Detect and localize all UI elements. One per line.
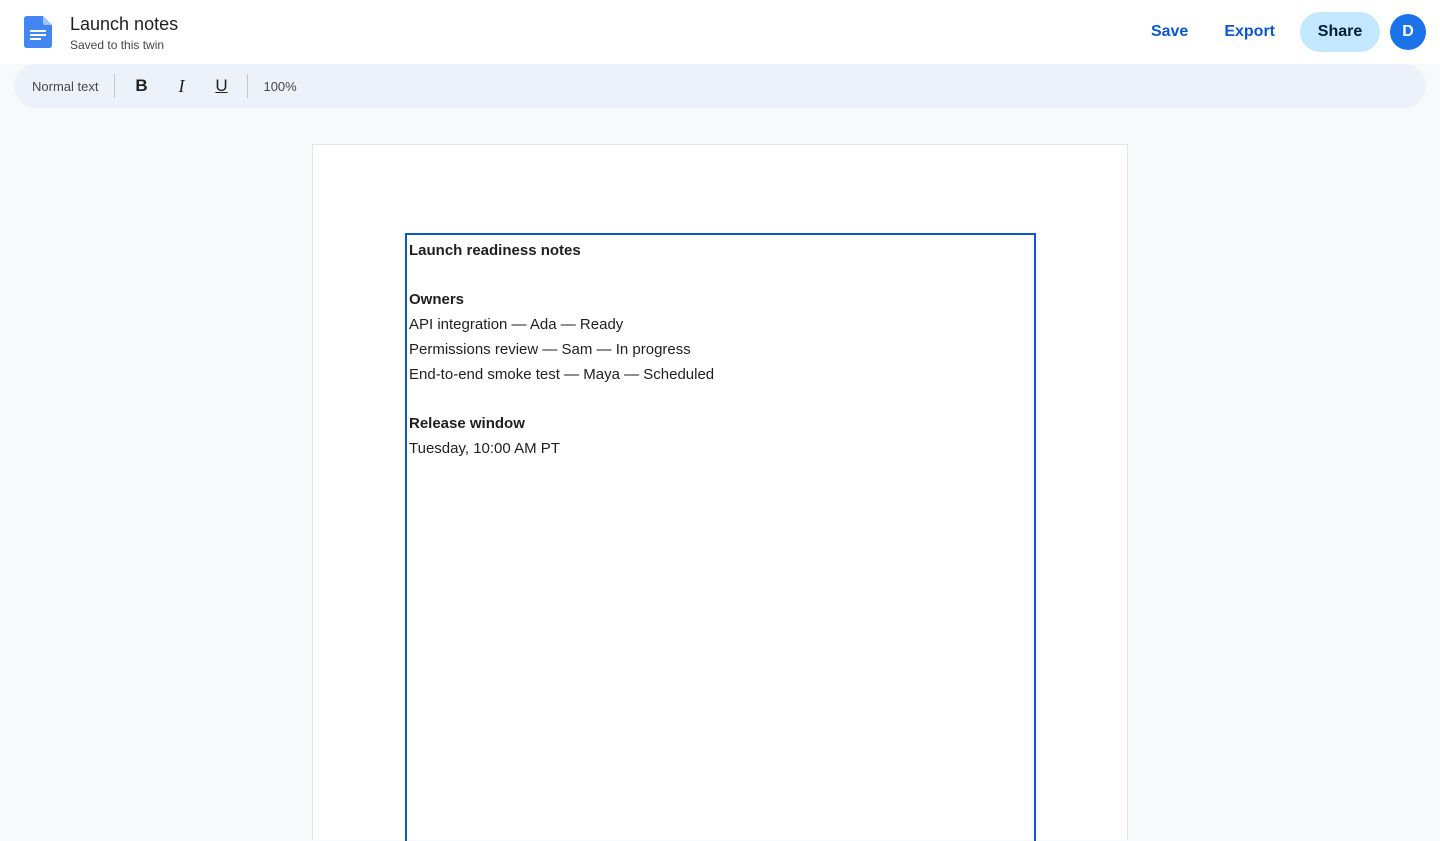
export-button[interactable]: Export — [1211, 12, 1288, 52]
share-button[interactable]: Share — [1300, 12, 1380, 52]
save-button[interactable]: Save — [1138, 12, 1201, 52]
zoom-level[interactable]: 100% — [248, 79, 296, 94]
title-block: Launch notes Saved to this twin — [70, 12, 178, 53]
underline-button[interactable]: U — [201, 70, 241, 102]
save-status: Saved to this twin — [70, 38, 165, 52]
release-window-value: Tuesday, 10:00 AM PT — [409, 440, 560, 457]
document-title[interactable]: Launch notes — [70, 12, 178, 36]
document-heading: Launch readiness notes — [409, 242, 581, 259]
paragraph-style-select[interactable]: Normal text — [32, 79, 114, 94]
owners-heading: Owners — [409, 291, 465, 308]
owner-line: Permissions review — Sam — In progress — [409, 341, 691, 358]
document-page: Launch readiness notes Owners API integr… — [312, 144, 1128, 841]
app-header: Launch notes Saved to this twin Save Exp… — [0, 0, 1440, 64]
italic-button[interactable]: I — [161, 70, 201, 102]
owner-line: API integration — Ada — Ready — [409, 316, 624, 333]
formatting-toolbar: Normal text B I U 100% — [14, 64, 1426, 108]
bold-button[interactable]: B — [121, 70, 161, 102]
toolbar-divider — [114, 74, 116, 98]
owner-line: End-to-end smoke test — Maya — Scheduled — [409, 366, 715, 383]
docs-icon[interactable] — [24, 16, 52, 48]
document-editor[interactable]: Launch readiness notes Owners API integr… — [405, 233, 1036, 841]
header-actions: Save Export Share D — [1138, 12, 1426, 52]
release-window-heading: Release window — [409, 415, 525, 432]
avatar[interactable]: D — [1390, 14, 1426, 50]
